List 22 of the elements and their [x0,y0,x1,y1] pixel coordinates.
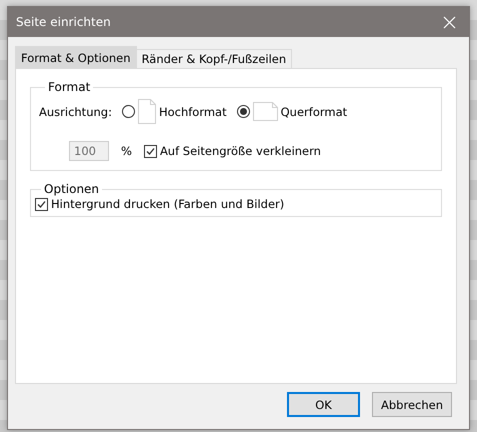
radio-label[interactable]: Querformat [280,104,348,118]
window-title: Seite einrichten [16,15,111,29]
tab[interactable]: Ränder & Kopf-/Fußzeilen [136,49,292,68]
checkbox-label[interactable]: Auf Seitengröße verkleinern [160,144,321,158]
radio-button[interactable] [122,105,135,118]
checkmark-icon [36,198,47,210]
radio-label[interactable]: Hochformat [158,104,227,118]
percent-label: % [121,144,132,158]
checkbox[interactable] [144,144,157,158]
close-icon [442,16,456,28]
checkbox[interactable] [35,198,48,210]
checkmark-icon [144,146,156,156]
checkbox-label[interactable]: Hintergrund drucken (Farben und Bilder) [51,197,284,211]
ok-button[interactable]: OK [287,392,360,417]
tab[interactable]: Format & Optionen [15,46,137,68]
cancel-button[interactable]: Abbrechen [372,392,452,417]
orientation-label: Ausrichtung: [39,104,112,118]
portrait-page-icon [138,99,156,124]
radio-button[interactable] [236,105,250,118]
group-title: Optionen [43,183,100,195]
group-title: Format [47,81,92,93]
landscape-page-icon [252,102,278,121]
